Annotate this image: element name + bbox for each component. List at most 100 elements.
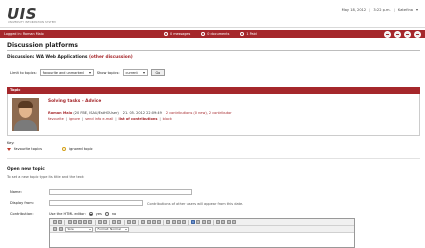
separator: | [82,117,84,121]
messages-label: 0 messages [170,31,191,36]
find-icon[interactable] [112,220,117,224]
replace-icon[interactable] [117,220,122,224]
time-text: 3:22 p.m. [373,8,391,12]
top-bar: UIS UNIVERSITY INFORMATION SYSTEM May 18… [0,0,425,28]
size-select[interactable]: Size [65,226,93,232]
select-all-icon[interactable] [126,220,131,224]
home-icon[interactable] [394,30,401,38]
show-value: current [125,70,138,75]
underline-icon[interactable] [151,220,156,224]
block-link[interactable]: block [163,117,172,121]
show-select[interactable]: current [122,69,148,76]
source-icon[interactable] [53,220,57,224]
bold-icon[interactable] [141,220,146,224]
indent-icon[interactable] [181,220,186,224]
chevron-down-icon [142,71,145,74]
login-info[interactable]: Logged in: Roman Malo [4,32,44,36]
bulleted-list-icon[interactable] [171,220,176,224]
name-input[interactable] [49,189,192,195]
separator: | [115,117,117,121]
unlink-icon[interactable] [221,220,226,224]
paste-icon[interactable] [77,220,82,224]
text-color-icon[interactable] [53,227,57,231]
favourite-link[interactable]: favourite [48,117,64,121]
new-topic-hint: To set a new topic type its title and th… [7,175,85,179]
send-email-link[interactable]: send info e-mail [85,117,113,121]
image-icon[interactable] [226,220,231,224]
paste-text-icon[interactable] [83,220,88,224]
copy-icon[interactable] [72,220,77,224]
align-left-icon[interactable] [191,220,196,224]
outdent-icon[interactable] [176,220,181,224]
contributions-link[interactable]: 2 contributions (0 new), 2 contributor [166,111,232,115]
help-icon[interactable] [384,30,391,38]
align-justify-icon[interactable] [206,220,211,224]
list-contributions-link[interactable]: list of contributions [119,117,158,121]
paste-word-icon[interactable] [88,220,93,224]
cut-icon[interactable] [67,220,72,224]
messages-link[interactable]: 0 messages [164,31,191,36]
display-from-input[interactable] [49,200,143,206]
paid-link[interactable]: 1 Paid [240,31,257,36]
ignore-link[interactable]: ignore [69,117,80,121]
contribution-label: Contribution: [10,212,34,216]
key-legend: favourite topics ignored topic [7,147,93,151]
document-icon [201,31,206,36]
documents-link[interactable]: 0 documents [201,31,229,36]
top-meta: May 18, 2012 | 3:22 p.m. | Kateřina [342,8,418,12]
topic-actions: favourite | ignore | send info e-mail | … [48,117,172,121]
other-discussion-link[interactable]: (other discussion) [89,55,133,60]
go-button[interactable]: Go [150,69,166,76]
envelope-icon [164,31,168,36]
discussion-line: Discussion: WA Web Applications (other d… [7,55,133,60]
chevron-down-icon[interactable] [416,9,418,11]
separator: | [393,8,395,12]
topic-meta: Roman Malo (20 FBE, ISAU/EstHOUser) 21. … [48,111,232,115]
author-link[interactable]: Roman Malo (20 FBE, ISAU/EstHOUser) [48,111,119,115]
chevron-down-icon [88,228,91,230]
italic-icon[interactable] [146,220,151,224]
link-icon[interactable] [216,220,221,224]
ignored-key-label: ignored topic [69,147,93,151]
editor-toolbar-2: Size Format: Normal [50,226,354,233]
undo-icon[interactable] [97,220,102,224]
separator: | [159,117,161,121]
info-icon [240,31,245,36]
user-name[interactable]: Kateřina [398,8,413,12]
author-name: Roman Malo [48,111,73,115]
window-buttons [384,30,421,38]
topic-title-link[interactable]: Solving tasks - Advice [48,99,101,104]
chevron-down-icon [124,228,127,230]
numbered-list-icon[interactable] [166,220,171,224]
show-label: Show topics: [96,70,120,75]
topic-row: Solving tasks - Advice Roman Malo (20 FB… [7,94,420,136]
format-select[interactable]: Format: Normal [95,226,129,232]
favourite-key-label: favourite topics [14,147,43,151]
divider [7,158,420,159]
contribution-editor[interactable]: Size Format: Normal [49,218,355,248]
limit-select[interactable]: favourite and unmarked [39,69,94,76]
html-editor-choice: Use the HTML editor: yes no [49,212,116,216]
separator: | [65,117,67,121]
remove-format-icon[interactable] [132,220,136,224]
topic-table-header: Topic [7,87,420,94]
html-editor-yes-radio[interactable] [88,212,93,216]
html-editor-no-label: no [111,212,117,216]
format-select-label: Format: Normal [97,227,121,231]
display-from-hint: Contributions of other users will appear… [147,202,244,206]
table-icon[interactable] [231,220,236,224]
redo-icon[interactable] [102,220,107,224]
discussion-name: WA Web Applications [36,55,88,60]
editor-toolbar [50,219,354,226]
chevron-down-icon [88,71,91,74]
new-page-icon[interactable] [58,220,63,224]
bg-color-icon[interactable] [59,227,63,231]
search-icon[interactable] [404,30,411,38]
logout-icon[interactable] [414,30,421,38]
strike-icon[interactable] [156,220,161,224]
display-from-label: Display from: [10,201,34,205]
align-center-icon[interactable] [196,220,201,224]
align-right-icon[interactable] [201,220,206,224]
html-editor-no-radio[interactable] [104,212,109,216]
header-links: 0 messages 0 documents 1 Paid [164,31,257,36]
